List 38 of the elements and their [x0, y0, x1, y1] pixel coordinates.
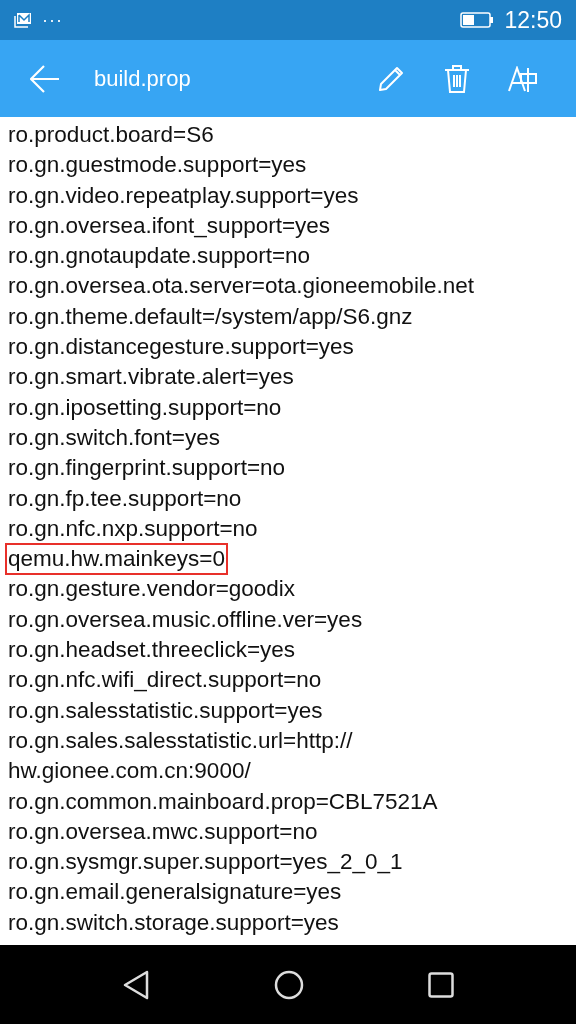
file-title: build.prop [94, 65, 192, 92]
text-line: ro.gn.nfc.wifi_direct.support=no [7, 666, 323, 695]
text-line: ro.gn.headset.threeclick=yes [7, 636, 297, 665]
delete-button[interactable] [444, 63, 470, 94]
text-line: ro.gn.gnotaupdate.support=no [7, 242, 312, 271]
text-line: ro.gn.theme.default=/system/app/S6.gnz [7, 302, 414, 331]
text-line: hw.gionee.com.cn:9000/ [7, 757, 252, 786]
home-nav-button[interactable] [274, 969, 304, 1000]
text-line: ro.gn.fp.tee.support=no [7, 484, 243, 513]
text-line: ro.gn.oversea.ota.server=ota.gioneemobile.net [7, 272, 475, 301]
highlighted-text-line: qemu.hw.mainkeys=0 [6, 544, 227, 575]
text-line: ro.gn.distancegesture.support=yes [7, 333, 355, 362]
mail-notification-icon [14, 12, 32, 28]
text-line: ro.gn.oversea.ifont_support=yes [7, 211, 332, 240]
battery-icon [460, 12, 495, 28]
text-line: ro.gn.gesture.vendor=goodix [7, 575, 297, 604]
back-nav-button[interactable] [122, 969, 150, 1000]
text-line: ro.gn.oversea.mwc.support=no [7, 817, 319, 846]
overflow-indicator: ··· [42, 9, 63, 31]
text-line: ro.gn.iposetting.support=no [7, 393, 283, 422]
text-line: ro.gn.sysmgr.super.support=yes_2_0_1 [7, 848, 404, 877]
back-arrow-icon[interactable] [30, 64, 60, 93]
text-line: ro.gn.oversea.music.offline.ver=yes [7, 605, 364, 634]
clock: 12:50 [504, 6, 562, 34]
recents-nav-button[interactable] [428, 971, 454, 998]
text-line: ro.gn.nfc.nxp.support=no [7, 514, 259, 543]
text-line: ro.gn.guestmode.support=yes [7, 151, 308, 180]
text-line: ro.product.board=S6 [7, 121, 215, 149]
text-line: ro.gn.fingerprint.support=no [7, 454, 287, 483]
text-line: ro.gn.sales.salesstatistic.url=http:// [7, 726, 354, 755]
text-line: ro.gn.salesstatistic.support=yes [7, 696, 324, 725]
text-line: ro.gn.switch.font=yes [7, 423, 221, 452]
encoding-button[interactable] [508, 65, 538, 92]
text-line: ro.gn.email.generalsignature=yes [7, 878, 343, 907]
text-line: ro.gn.common.mainboard.prop=CBL7521A [7, 787, 439, 816]
text-line: ro.gn.switch.storage.support=yes [7, 908, 340, 937]
text-line: ro.gn.smart.vibrate.alert=yes [7, 363, 295, 392]
text-line: ro.gn.video.repeatplay.support=yes [7, 181, 360, 210]
